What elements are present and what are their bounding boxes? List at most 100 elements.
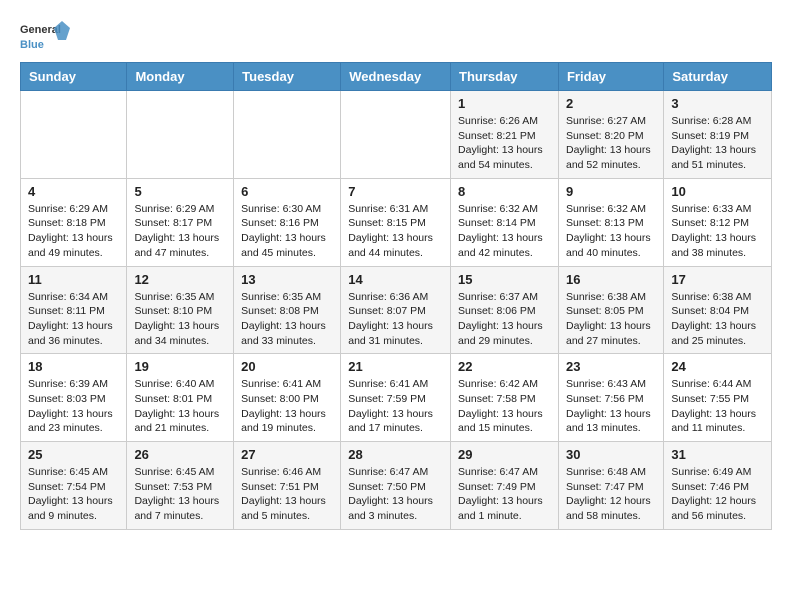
calendar-cell: 23Sunrise: 6:43 AM Sunset: 7:56 PM Dayli…: [558, 354, 663, 442]
calendar-cell: 7 Sunrise: 6:31 AM Sunset: 8:15 PM Daylig…: [341, 178, 451, 266]
calendar-cell: 3 Sunrise: 6:28 AM Sunset: 8:19 PM Daylig…: [664, 91, 772, 179]
day-number: 3: [671, 96, 764, 111]
day-number: 18: [28, 359, 119, 374]
weekday-header-saturday: Saturday: [664, 63, 772, 91]
weekday-header-row: SundayMondayTuesdayWednesdayThursdayFrid…: [21, 63, 772, 91]
day-number: 10: [671, 184, 764, 199]
day-number: 22: [458, 359, 551, 374]
day-number: 8: [458, 184, 551, 199]
header: General Blue: [20, 16, 772, 56]
day-info: Sunrise: 6:32 AM Sunset: 8:13 PM Dayligh…: [566, 202, 656, 261]
calendar-cell: 15 Sunrise: 6:37 AM Sunset: 8:06 PM Dayli…: [451, 266, 559, 354]
calendar-cell: 10 Sunrise: 6:33 AM Sunset: 8:12 PM Dayli…: [664, 178, 772, 266]
day-number: 14: [348, 272, 443, 287]
day-info: Sunrise: 6:38 AM Sunset: 8:05 PM Dayligh…: [566, 290, 656, 349]
day-info: Sunrise: 6:35 AM Sunset: 8:08 PM Dayligh…: [241, 290, 333, 349]
calendar-cell: 25 Sunrise: 6:45 AM Sunset: 7:54 PM Dayli…: [21, 442, 127, 530]
day-info: Sunrise: 6:37 AM Sunset: 8:06 PM Dayligh…: [458, 290, 551, 349]
day-info: Sunrise: 6:29 AM Sunset: 8:17 PM Dayligh…: [134, 202, 226, 261]
calendar-cell: [234, 91, 341, 179]
calendar-cell: 22 Sunrise: 6:42 AM Sunset: 7:58 PM Dayli…: [451, 354, 559, 442]
day-number: 30: [566, 447, 656, 462]
week-row-4: 18Sunrise: 6:39 AM Sunset: 8:03 PM Dayli…: [21, 354, 772, 442]
calendar-cell: 2 Sunrise: 6:27 AM Sunset: 8:20 PM Daylig…: [558, 91, 663, 179]
day-number: 24: [671, 359, 764, 374]
logo: General Blue: [20, 16, 70, 56]
day-info: Sunrise: 6:26 AM Sunset: 8:21 PM Dayligh…: [458, 114, 551, 173]
day-number: 5: [134, 184, 226, 199]
day-number: 2: [566, 96, 656, 111]
day-info: Sunrise: 6:49 AM Sunset: 7:46 PM Dayligh…: [671, 465, 764, 524]
day-info: Sunrise: 6:47 AM Sunset: 7:50 PM Dayligh…: [348, 465, 443, 524]
calendar-cell: [21, 91, 127, 179]
calendar-cell: 5 Sunrise: 6:29 AM Sunset: 8:17 PM Daylig…: [127, 178, 234, 266]
day-info: Sunrise: 6:35 AM Sunset: 8:10 PM Dayligh…: [134, 290, 226, 349]
calendar-table: SundayMondayTuesdayWednesdayThursdayFrid…: [20, 62, 772, 530]
day-number: 15: [458, 272, 551, 287]
day-number: 9: [566, 184, 656, 199]
calendar-cell: 14Sunrise: 6:36 AM Sunset: 8:07 PM Dayli…: [341, 266, 451, 354]
day-info: Sunrise: 6:32 AM Sunset: 8:14 PM Dayligh…: [458, 202, 551, 261]
day-number: 20: [241, 359, 333, 374]
week-row-3: 11Sunrise: 6:34 AM Sunset: 8:11 PM Dayli…: [21, 266, 772, 354]
calendar-cell: [127, 91, 234, 179]
day-info: Sunrise: 6:48 AM Sunset: 7:47 PM Dayligh…: [566, 465, 656, 524]
day-info: Sunrise: 6:29 AM Sunset: 8:18 PM Dayligh…: [28, 202, 119, 261]
calendar-cell: 27Sunrise: 6:46 AM Sunset: 7:51 PM Dayli…: [234, 442, 341, 530]
day-number: 1: [458, 96, 551, 111]
day-number: 17: [671, 272, 764, 287]
calendar-cell: 13 Sunrise: 6:35 AM Sunset: 8:08 PM Dayli…: [234, 266, 341, 354]
calendar-cell: 9 Sunrise: 6:32 AM Sunset: 8:13 PM Daylig…: [558, 178, 663, 266]
weekday-header-thursday: Thursday: [451, 63, 559, 91]
calendar-cell: 4 Sunrise: 6:29 AM Sunset: 8:18 PM Daylig…: [21, 178, 127, 266]
day-info: Sunrise: 6:31 AM Sunset: 8:15 PM Dayligh…: [348, 202, 443, 261]
calendar-cell: 12 Sunrise: 6:35 AM Sunset: 8:10 PM Dayli…: [127, 266, 234, 354]
day-number: 19: [134, 359, 226, 374]
week-row-5: 25 Sunrise: 6:45 AM Sunset: 7:54 PM Dayli…: [21, 442, 772, 530]
day-number: 16: [566, 272, 656, 287]
day-info: Sunrise: 6:42 AM Sunset: 7:58 PM Dayligh…: [458, 377, 551, 436]
day-number: 7: [348, 184, 443, 199]
weekday-header-wednesday: Wednesday: [341, 63, 451, 91]
calendar-cell: [341, 91, 451, 179]
calendar-cell: 21Sunrise: 6:41 AM Sunset: 7:59 PM Dayli…: [341, 354, 451, 442]
calendar-cell: 6 Sunrise: 6:30 AM Sunset: 8:16 PM Daylig…: [234, 178, 341, 266]
day-info: Sunrise: 6:47 AM Sunset: 7:49 PM Dayligh…: [458, 465, 551, 524]
day-info: Sunrise: 6:40 AM Sunset: 8:01 PM Dayligh…: [134, 377, 226, 436]
day-number: 12: [134, 272, 226, 287]
day-number: 13: [241, 272, 333, 287]
calendar-cell: 29 Sunrise: 6:47 AM Sunset: 7:49 PM Dayli…: [451, 442, 559, 530]
day-info: Sunrise: 6:30 AM Sunset: 8:16 PM Dayligh…: [241, 202, 333, 261]
day-number: 4: [28, 184, 119, 199]
calendar-cell: 20 Sunrise: 6:41 AM Sunset: 8:00 PM Dayli…: [234, 354, 341, 442]
calendar-cell: 8 Sunrise: 6:32 AM Sunset: 8:14 PM Daylig…: [451, 178, 559, 266]
calendar-cell: 19 Sunrise: 6:40 AM Sunset: 8:01 PM Dayli…: [127, 354, 234, 442]
calendar-cell: 24 Sunrise: 6:44 AM Sunset: 7:55 PM Dayli…: [664, 354, 772, 442]
calendar-cell: 11Sunrise: 6:34 AM Sunset: 8:11 PM Dayli…: [21, 266, 127, 354]
day-number: 29: [458, 447, 551, 462]
day-number: 26: [134, 447, 226, 462]
weekday-header-friday: Friday: [558, 63, 663, 91]
weekday-header-tuesday: Tuesday: [234, 63, 341, 91]
day-info: Sunrise: 6:33 AM Sunset: 8:12 PM Dayligh…: [671, 202, 764, 261]
day-number: 23: [566, 359, 656, 374]
day-info: Sunrise: 6:45 AM Sunset: 7:54 PM Dayligh…: [28, 465, 119, 524]
calendar-cell: 16 Sunrise: 6:38 AM Sunset: 8:05 PM Dayli…: [558, 266, 663, 354]
day-info: Sunrise: 6:41 AM Sunset: 8:00 PM Dayligh…: [241, 377, 333, 436]
day-number: 21: [348, 359, 443, 374]
calendar-cell: 26 Sunrise: 6:45 AM Sunset: 7:53 PM Dayli…: [127, 442, 234, 530]
day-number: 6: [241, 184, 333, 199]
weekday-header-monday: Monday: [127, 63, 234, 91]
calendar-cell: 18Sunrise: 6:39 AM Sunset: 8:03 PM Dayli…: [21, 354, 127, 442]
calendar-cell: 30 Sunrise: 6:48 AM Sunset: 7:47 PM Dayli…: [558, 442, 663, 530]
day-info: Sunrise: 6:45 AM Sunset: 7:53 PM Dayligh…: [134, 465, 226, 524]
calendar-cell: 1 Sunrise: 6:26 AM Sunset: 8:21 PM Daylig…: [451, 91, 559, 179]
day-info: Sunrise: 6:28 AM Sunset: 8:19 PM Dayligh…: [671, 114, 764, 173]
day-info: Sunrise: 6:44 AM Sunset: 7:55 PM Dayligh…: [671, 377, 764, 436]
calendar-cell: 17Sunrise: 6:38 AM Sunset: 8:04 PM Dayli…: [664, 266, 772, 354]
day-info: Sunrise: 6:27 AM Sunset: 8:20 PM Dayligh…: [566, 114, 656, 173]
weekday-header-sunday: Sunday: [21, 63, 127, 91]
calendar-cell: 28Sunrise: 6:47 AM Sunset: 7:50 PM Dayli…: [341, 442, 451, 530]
day-info: Sunrise: 6:34 AM Sunset: 8:11 PM Dayligh…: [28, 290, 119, 349]
day-number: 25: [28, 447, 119, 462]
